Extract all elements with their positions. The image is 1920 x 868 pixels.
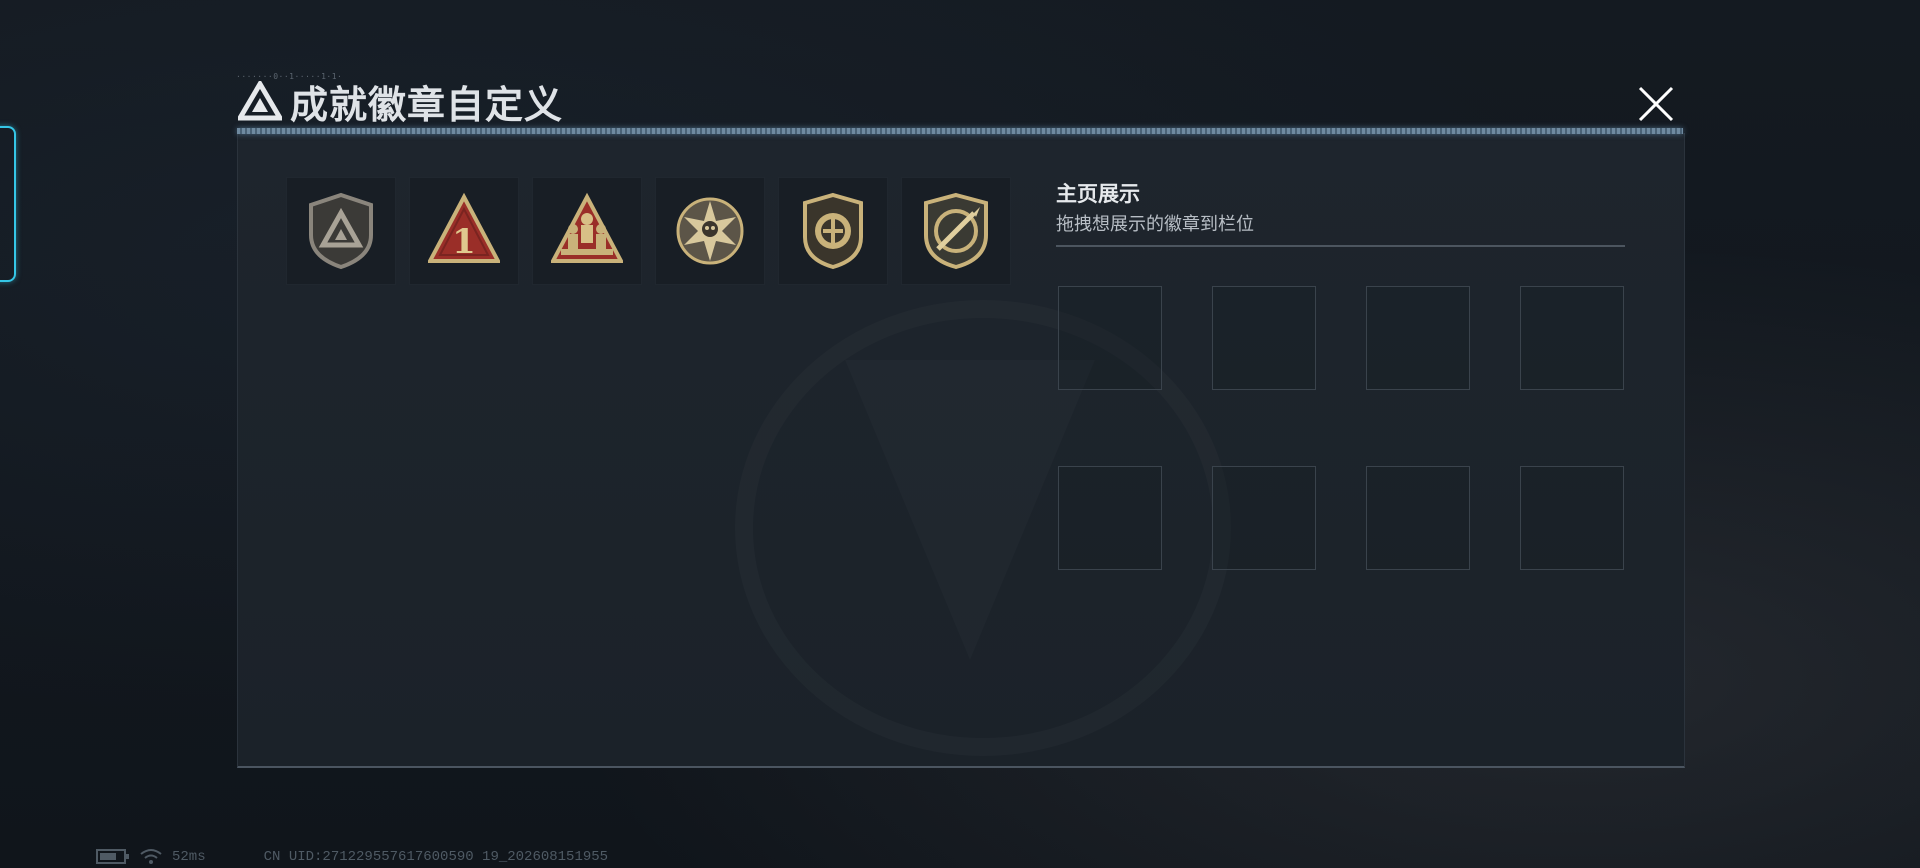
display-slot-8[interactable] [1520,466,1624,570]
badge-slot-4[interactable] [655,177,765,285]
dialog-header: 成就徽章自定义 [238,78,563,127]
uid-text: CN UID:271229557617600590 19_20260815195… [263,848,609,865]
delta-logo-icon [238,81,282,121]
display-divider [1056,245,1625,247]
homepage-display-heading: 主页展示 [1056,182,1140,206]
display-slot-5[interactable] [1058,466,1162,570]
badge-number: 1 [452,222,476,262]
red-triangle-soldiers-badge-icon [551,192,623,263]
homepage-display-hint: 拖拽想展示的徽章到栏位 [1056,214,1254,235]
display-slot-1[interactable] [1058,286,1162,390]
gray-triangle-shield-badge-icon [309,192,373,270]
star-skull-medal-badge-icon [676,197,744,265]
display-slot-2[interactable] [1212,286,1316,390]
display-slot-grid [1058,286,1624,570]
dialog-top-border [237,128,1683,134]
badge-slot-6[interactable] [901,177,1011,285]
ping-text: 52ms [172,848,206,865]
display-slot-3[interactable] [1366,286,1470,390]
dialog-title: 成就徽章自定义 [290,82,564,127]
badge-list: 1 [286,177,1011,285]
badge-slot-5[interactable] [778,177,888,285]
round-shield-emblem-badge-icon [803,192,863,270]
badge-slot-2[interactable]: 1 [409,177,519,285]
status-bar: 52ms CN UID:271229557617600590 19_202608… [96,848,608,865]
shield-crossed-blade-badge-icon [924,192,988,270]
red-triangle-number-one-badge-icon: 1 [428,192,500,263]
display-slot-7[interactable] [1366,466,1470,570]
display-slot-4[interactable] [1520,286,1624,390]
badge-slot-3[interactable] [532,177,642,285]
battery-icon [96,849,129,864]
wifi-icon [140,849,162,864]
close-icon[interactable] [1632,80,1680,128]
side-tab-outline[interactable] [0,126,16,282]
badge-slot-1[interactable] [286,177,396,285]
display-slot-6[interactable] [1212,466,1316,570]
